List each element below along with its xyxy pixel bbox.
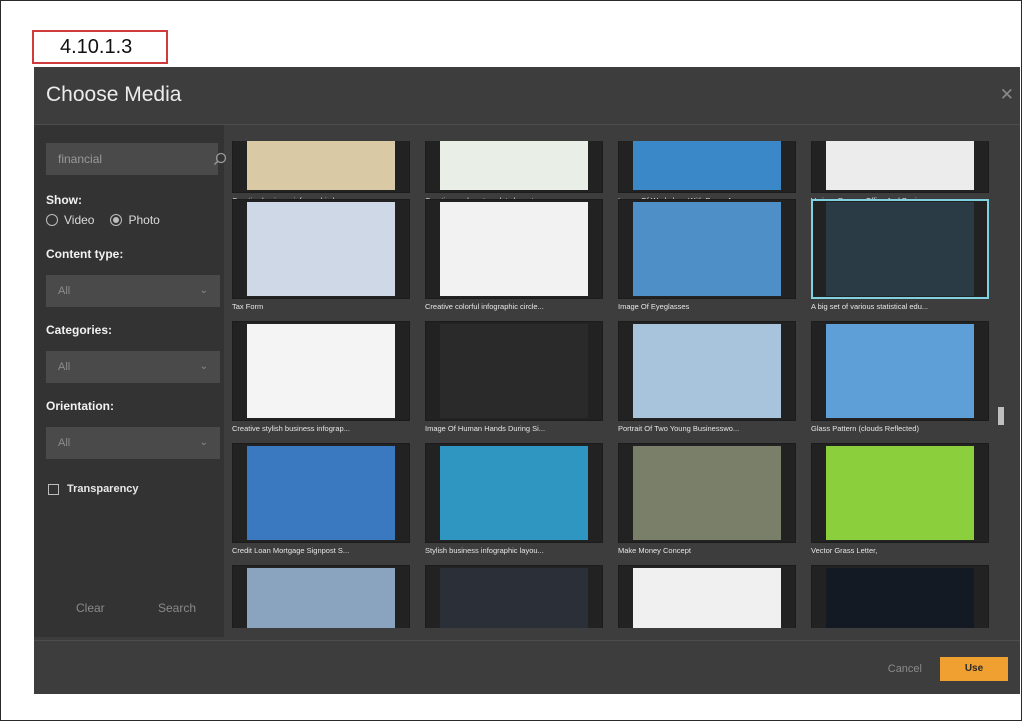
media-tile[interactable] [811, 141, 989, 193]
media-thumbnail [440, 141, 588, 190]
media-tile[interactable] [618, 443, 796, 543]
filter-sidebar: Show: Video Photo Content type: All ⌄ Ca… [34, 125, 227, 637]
media-tile[interactable] [232, 199, 410, 299]
media-caption: Make Money Concept [618, 546, 691, 555]
media-thumbnail [826, 324, 974, 418]
media-thumbnail [247, 568, 395, 628]
media-tile[interactable] [232, 443, 410, 543]
media-tile[interactable] [425, 443, 603, 543]
content-type-value: All [58, 285, 71, 297]
categories-value: All [58, 361, 71, 373]
media-thumbnail [826, 446, 974, 540]
media-caption: Image Of Human Hands During Si... [425, 424, 546, 433]
media-caption: Credit Loan Mortgage Signpost S... [232, 546, 350, 555]
media-tile[interactable] [425, 321, 603, 421]
chevron-down-icon: ⌄ [199, 437, 208, 448]
media-caption: Stylish business infographic layou... [425, 546, 544, 555]
media-tile[interactable] [618, 141, 796, 193]
transparency-label: Transparency [67, 483, 139, 495]
media-caption: Creative stylish business infograp... [232, 424, 350, 433]
media-tile[interactable] [811, 199, 989, 299]
media-thumbnail [633, 141, 781, 190]
media-tile[interactable] [811, 565, 989, 628]
categories-select[interactable]: All ⌄ [46, 351, 220, 383]
media-thumbnail [440, 202, 588, 296]
search-field[interactable] [46, 143, 227, 175]
video-radio[interactable] [46, 214, 58, 226]
media-caption: Portrait Of Two Young Businesswo... [618, 424, 740, 433]
search-input[interactable] [46, 143, 213, 175]
media-caption: Tax Form [232, 302, 264, 311]
step-label: 4.10.1.3 [32, 30, 168, 64]
media-thumbnail [247, 141, 395, 190]
dialog-header: Choose Media ✕ [34, 67, 1020, 125]
dialog-title: Choose Media [46, 83, 182, 106]
orientation-select[interactable]: All ⌄ [46, 427, 220, 459]
media-thumbnail [826, 141, 974, 190]
orientation-value: All [58, 437, 71, 449]
media-tile[interactable] [232, 321, 410, 421]
photo-radio[interactable] [110, 214, 123, 226]
orientation-label: Orientation: [46, 399, 114, 413]
media-tile[interactable] [425, 565, 603, 628]
media-tile[interactable] [811, 443, 989, 543]
grid-scrollbar[interactable] [998, 141, 1004, 628]
media-thumbnail [826, 568, 974, 628]
video-radio-label[interactable]: Video [64, 213, 94, 227]
categories-label: Categories: [46, 323, 113, 337]
media-thumbnail [440, 446, 588, 540]
media-type-radios: Video Photo [46, 213, 160, 227]
media-caption: Creative colorful infographic circle... [425, 302, 544, 311]
media-thumbnail [633, 202, 781, 296]
media-tile[interactable] [232, 565, 410, 628]
chevron-down-icon: ⌄ [199, 361, 208, 372]
content-type-label: Content type: [46, 247, 124, 261]
media-caption: Glass Pattern (clouds Reflected) [811, 424, 919, 433]
media-tile[interactable] [232, 141, 410, 193]
cancel-button[interactable]: Cancel [888, 663, 922, 675]
media-caption: Vector Grass Letter, [811, 546, 878, 555]
media-caption: Image Of Eyeglasses [618, 302, 690, 311]
scrollbar-thumb[interactable] [998, 407, 1004, 425]
media-thumbnail [633, 324, 781, 418]
media-thumbnail [440, 568, 588, 628]
chevron-down-icon: ⌄ [199, 285, 208, 296]
media-caption: A big set of various statistical edu... [811, 302, 929, 311]
media-tile[interactable] [425, 141, 603, 193]
media-thumbnail [247, 446, 395, 540]
media-thumbnail [633, 568, 781, 628]
use-button[interactable]: Use [940, 657, 1008, 681]
media-tile[interactable] [425, 199, 603, 299]
media-thumbnail [633, 446, 781, 540]
transparency-checkbox[interactable] [48, 483, 59, 495]
media-thumbnail [826, 202, 974, 296]
media-grid: Creative business infographic layo...Cre… [232, 141, 1002, 628]
search-button[interactable]: Search [158, 601, 196, 615]
media-thumbnail [247, 324, 395, 418]
media-thumbnail [247, 202, 395, 296]
choose-media-dialog: Choose Media ✕ Show: Video Photo Content… [34, 67, 1020, 694]
photo-radio-label[interactable]: Photo [128, 213, 159, 227]
search-icon[interactable] [213, 143, 227, 175]
clear-button[interactable]: Clear [76, 601, 105, 615]
show-label: Show: [46, 193, 82, 207]
content-type-select[interactable]: All ⌄ [46, 275, 220, 307]
media-tile[interactable] [618, 321, 796, 421]
close-icon[interactable]: ✕ [1000, 85, 1014, 105]
transparency-option[interactable]: Transparency [48, 483, 139, 495]
media-tile[interactable] [618, 199, 796, 299]
media-tile[interactable] [811, 321, 989, 421]
media-tile[interactable] [618, 565, 796, 628]
media-thumbnail [440, 324, 588, 418]
dialog-footer: Cancel Use [34, 640, 1020, 694]
